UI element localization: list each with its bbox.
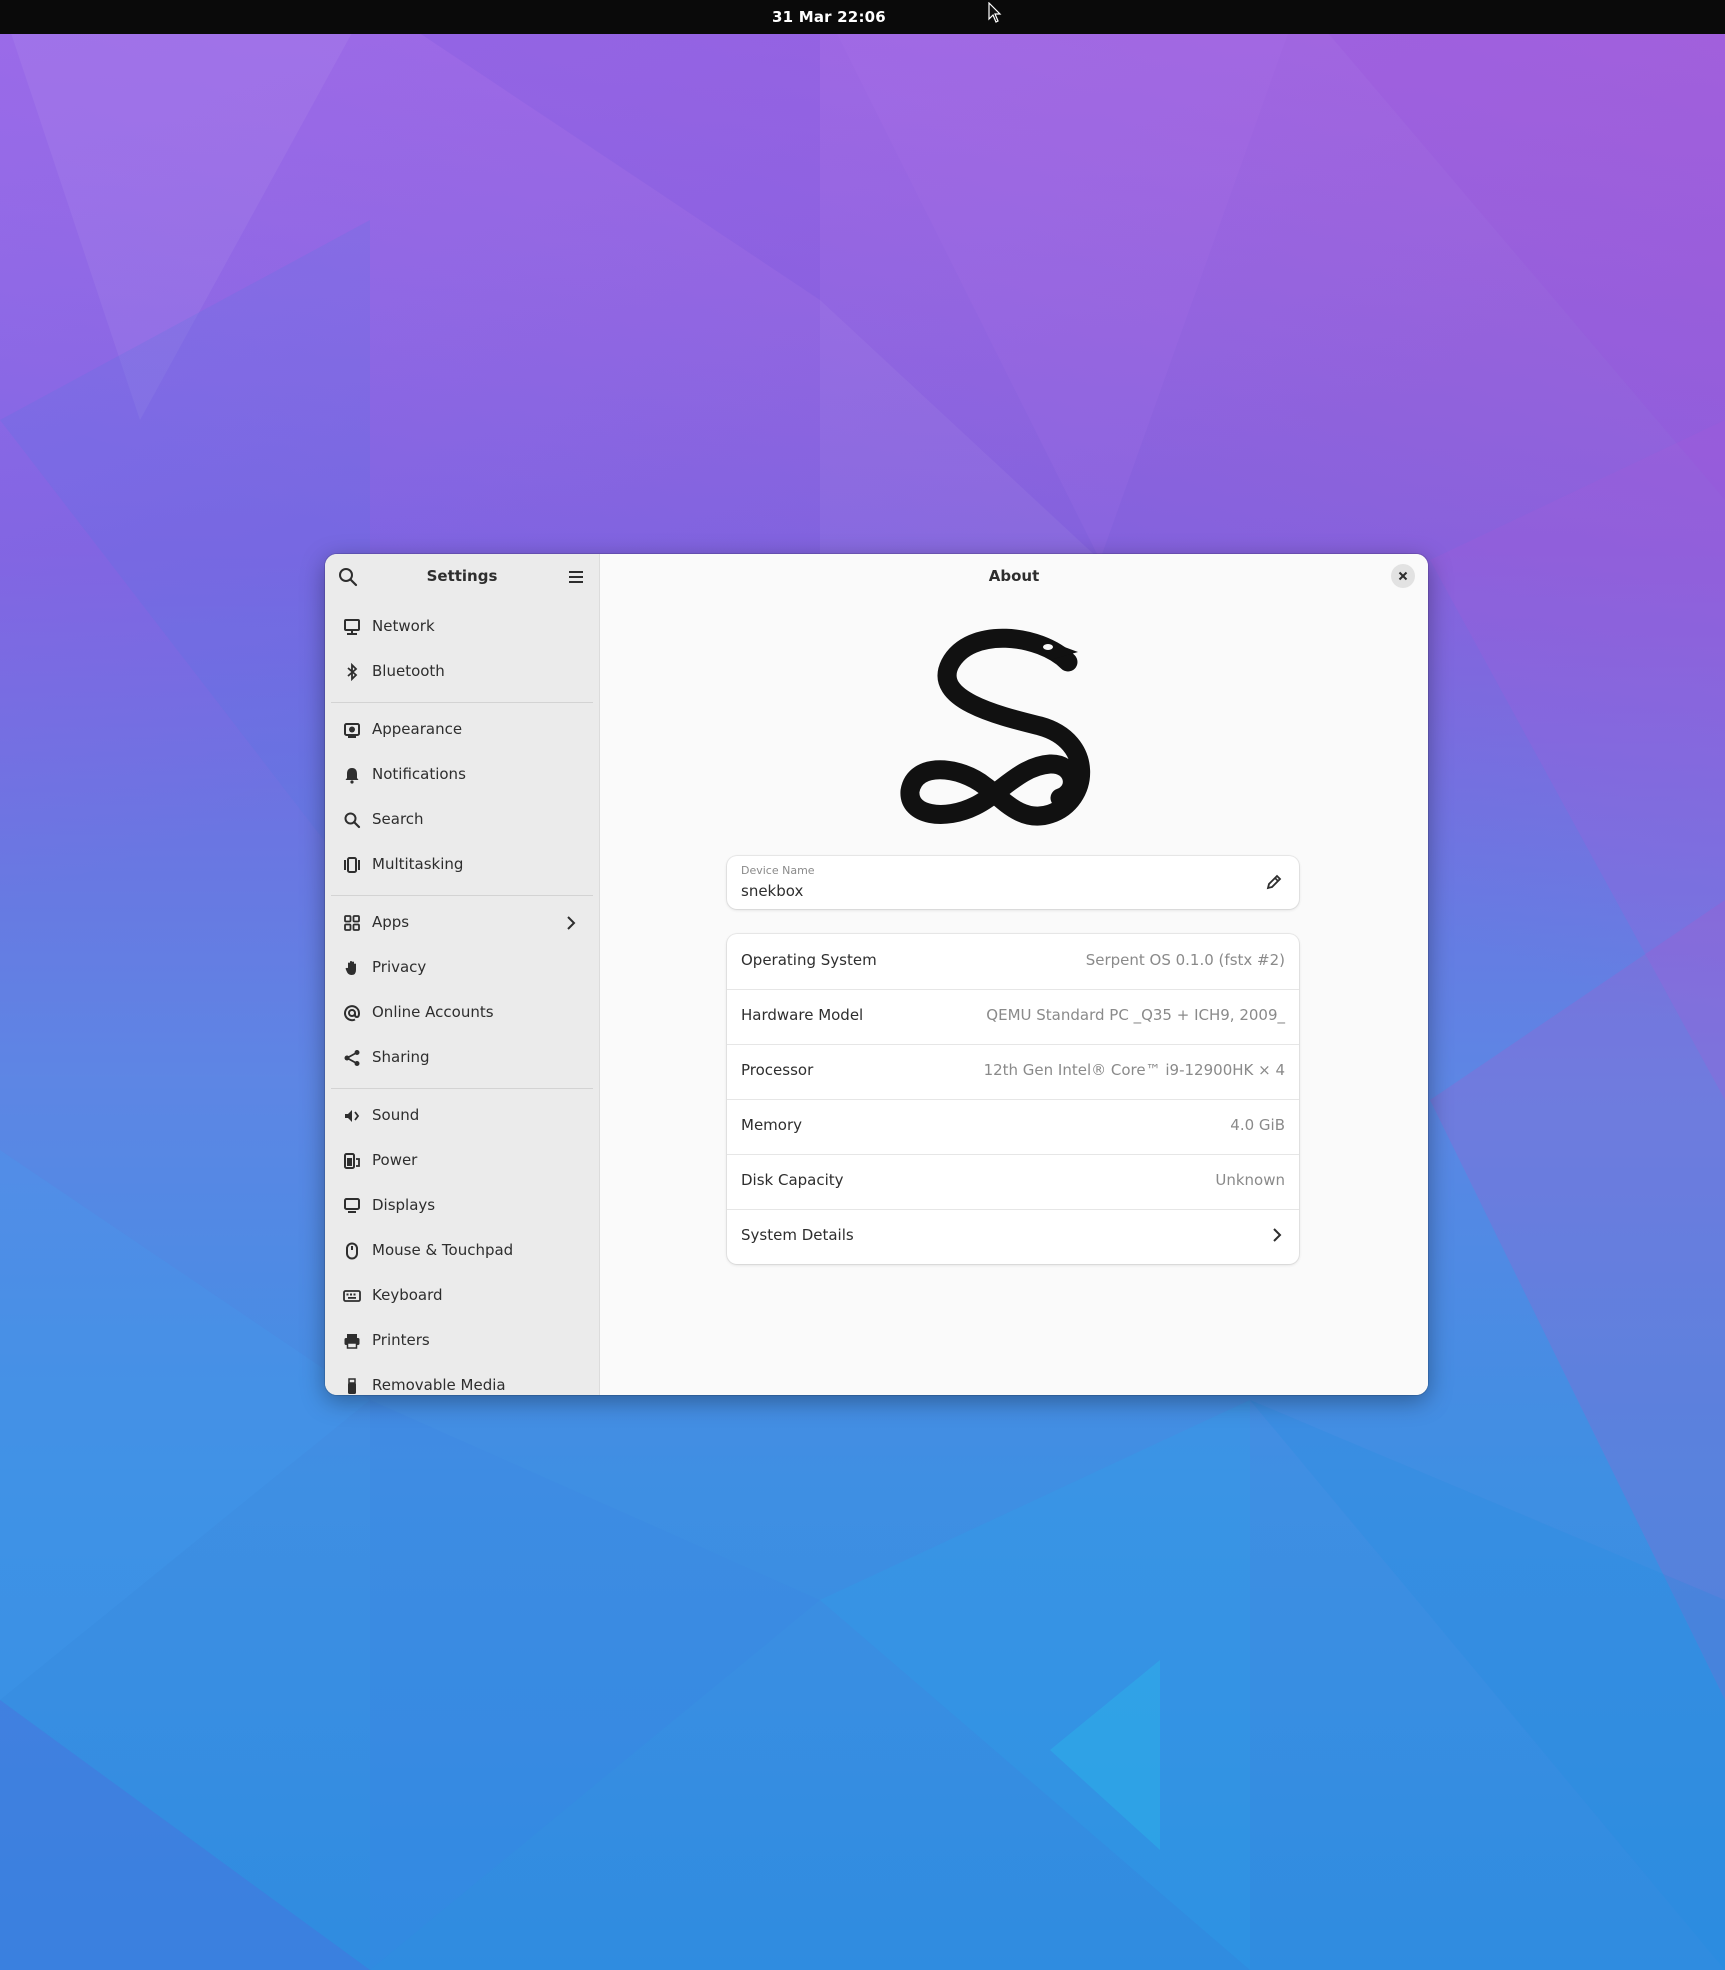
info-value: Unknown: [1215, 1171, 1285, 1189]
info-row-memory: Memory 4.0 GiB: [727, 1099, 1299, 1155]
search-icon: [344, 812, 361, 829]
sidebar-item-printers[interactable]: Printers: [331, 1321, 593, 1361]
sidebar-item-label: Notifications: [372, 765, 466, 783]
info-key: System Details: [741, 1226, 854, 1244]
hand-icon: [345, 961, 356, 975]
share-icon: [344, 1050, 360, 1066]
sidebar-item-label: Multitasking: [372, 855, 464, 873]
sidebar-item-label: Apps: [372, 913, 410, 931]
sidebar-separator: [331, 702, 593, 703]
sidebar-header: Settings: [325, 554, 599, 600]
info-row-operating-system: Operating System Serpent OS 0.1.0 (fstx …: [727, 934, 1299, 990]
close-button[interactable]: [1391, 564, 1415, 588]
chevron-right-icon: [1273, 1228, 1282, 1242]
sidebar-item-label: Mouse & Touchpad: [372, 1241, 514, 1259]
sidebar-item-removable-media[interactable]: Removable Media: [331, 1366, 593, 1395]
system-info-list: Operating System Serpent OS 0.1.0 (fstx …: [727, 934, 1299, 1264]
sidebar-item-privacy[interactable]: Privacy: [331, 948, 593, 988]
sidebar-item-power[interactable]: Power: [331, 1141, 593, 1181]
device-name-value: snekbox: [741, 882, 804, 900]
sidebar-item-label: Bluetooth: [372, 662, 445, 680]
usb-icon: [348, 1378, 356, 1394]
settings-window: Settings Network Bluetooth Appearance No…: [325, 554, 1428, 1395]
sidebar-item-displays[interactable]: Displays: [331, 1186, 593, 1226]
appearance-icon: [344, 723, 360, 738]
page-title: About: [988, 567, 1040, 585]
sidebar-item-label: Sound: [372, 1106, 420, 1124]
sidebar-item-label: Keyboard: [372, 1286, 443, 1304]
info-row-processor: Processor 12th Gen Intel® Core™ i9-12900…: [727, 1044, 1299, 1100]
sidebar-item-label: Power: [372, 1151, 418, 1169]
sidebar-item-label: Privacy: [372, 958, 427, 976]
sidebar-item-multitasking[interactable]: Multitasking: [331, 845, 593, 885]
display-icon: [344, 1198, 360, 1213]
edit-pencil-icon[interactable]: [1263, 871, 1285, 893]
sidebar-item-label: Removable Media: [372, 1376, 506, 1394]
at-icon: [344, 1005, 361, 1022]
sidebar-item-label: Network: [372, 617, 435, 635]
sidebar-item-appearance[interactable]: Appearance: [331, 710, 593, 750]
sidebar-item-label: Sharing: [372, 1048, 430, 1066]
keyboard-icon: [343, 1290, 361, 1302]
speaker-icon: [345, 1110, 360, 1122]
info-key: Hardware Model: [741, 1006, 864, 1024]
device-name-row[interactable]: Device Name snekbox: [727, 856, 1299, 909]
sidebar-item-label: Online Accounts: [372, 1003, 494, 1021]
bell-icon: [345, 768, 359, 784]
info-value: Serpent OS 0.1.0 (fstx #2): [1085, 951, 1285, 969]
power-icon: [344, 1153, 360, 1169]
device-name-label: Device Name: [741, 864, 815, 877]
info-row-hardware-model: Hardware Model QEMU Standard PC _Q35 + I…: [727, 989, 1299, 1045]
sidebar-item-notifications[interactable]: Notifications: [331, 755, 593, 795]
info-key: Memory: [741, 1116, 803, 1134]
sidebar-item-label: Search: [372, 810, 424, 828]
sidebar-title: Settings: [426, 567, 498, 585]
sidebar-item-sound[interactable]: Sound: [331, 1096, 593, 1136]
info-key: Processor: [741, 1061, 814, 1079]
multitasking-icon: [344, 857, 360, 873]
sidebar-separator: [331, 895, 593, 896]
sidebar-item-online-accounts[interactable]: Online Accounts: [331, 993, 593, 1033]
sidebar-item-mouse-touchpad[interactable]: Mouse & Touchpad: [331, 1231, 593, 1271]
printer-icon: [344, 1334, 360, 1349]
apps-grid-icon: [344, 915, 360, 931]
sidebar: Settings Network Bluetooth Appearance No…: [325, 554, 600, 1395]
chevron-right-icon: [567, 916, 576, 930]
info-key: Operating System: [741, 951, 877, 969]
info-value: 4.0 GiB: [1230, 1116, 1285, 1134]
info-value: QEMU Standard PC _Q35 + ICH9, 2009_: [986, 1006, 1285, 1024]
sidebar-item-label: Displays: [372, 1196, 436, 1214]
top-bar: 31 Mar 22:06: [0, 0, 1725, 34]
mouse-icon: [346, 1242, 358, 1260]
hamburger-menu-icon[interactable]: [565, 566, 587, 588]
sidebar-item-network[interactable]: Network: [331, 607, 593, 647]
sidebar-item-label: Printers: [372, 1331, 430, 1349]
mouse-cursor-icon: [988, 2, 1002, 23]
about-panel: About Device Name snekbox Operating Syst…: [600, 554, 1428, 1395]
sidebar-item-sharing[interactable]: Sharing: [331, 1038, 593, 1078]
info-value: 12th Gen Intel® Core™ i9-12900HK × 4: [983, 1061, 1285, 1079]
info-key: Disk Capacity: [741, 1171, 844, 1189]
system-details-row[interactable]: System Details: [727, 1209, 1299, 1264]
clock[interactable]: 31 Mar 22:06: [772, 8, 886, 26]
network-icon: [344, 619, 360, 635]
serpent-os-logo: [900, 628, 1091, 826]
sidebar-item-apps[interactable]: Apps: [331, 903, 593, 943]
info-row-disk-capacity: Disk Capacity Unknown: [727, 1154, 1299, 1210]
sidebar-item-label: Appearance: [372, 720, 463, 738]
bluetooth-icon: [347, 663, 358, 681]
sidebar-item-bluetooth[interactable]: Bluetooth: [331, 652, 593, 692]
sidebar-separator: [331, 1088, 593, 1089]
sidebar-item-search[interactable]: Search: [331, 800, 593, 840]
sidebar-item-keyboard[interactable]: Keyboard: [331, 1276, 593, 1316]
close-icon: [1398, 571, 1408, 581]
